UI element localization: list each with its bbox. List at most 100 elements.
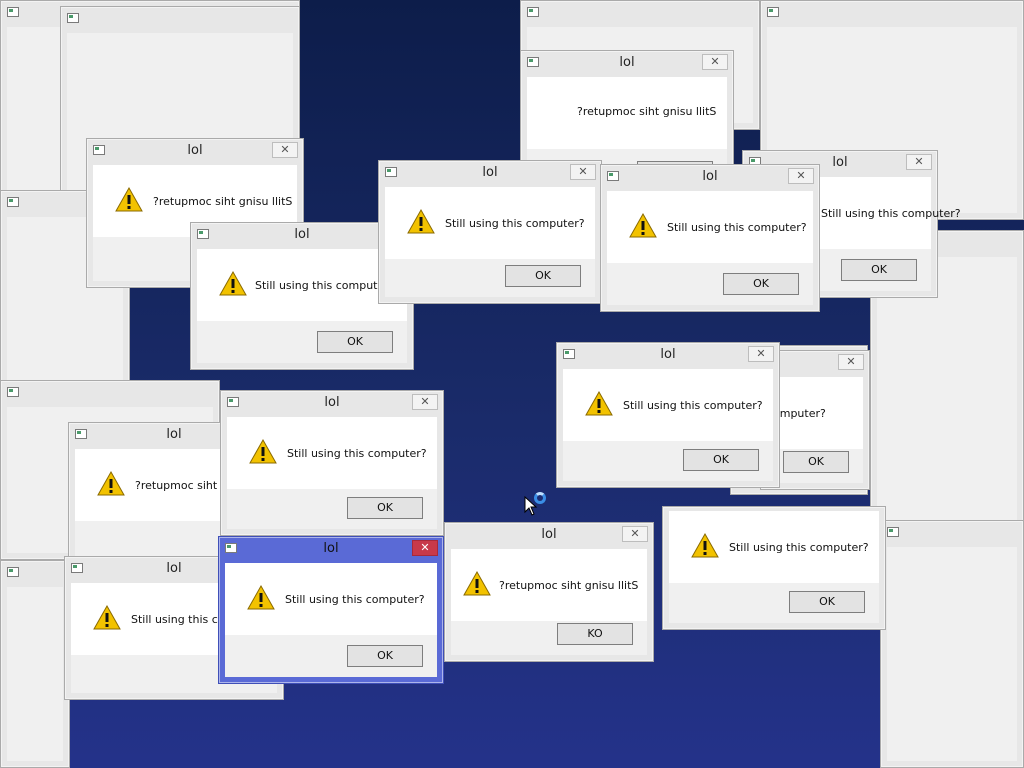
dialog-message: ?retupmoc siht gnisu llitS [577,105,717,118]
close-icon[interactable]: ✕ [702,54,728,70]
ok-button[interactable]: OK [347,497,423,519]
dialog-titlebar[interactable] [761,1,1023,25]
dialog-titlebar[interactable]: lol ✕ [557,343,779,367]
dialog-window[interactable]: lol ✕ Still using this computer? OK [600,164,820,312]
dialog-message: Still using this computer? [623,399,763,412]
dialog-client [7,587,63,761]
dialog-message: Still using this computer? [667,221,807,234]
message-area: ?retupmoc siht gnisu llitS [527,77,727,149]
ok-button[interactable]: OK [347,645,423,667]
dialog-window[interactable]: lol ✕ Still using this computer? OK [378,160,602,304]
warning-icon [629,213,657,238]
window-icon [7,7,19,17]
dialog-client: Still using this computer? OK [607,191,813,305]
dialog-client: Still using this computer? OK [385,187,595,297]
warning-icon [97,471,125,496]
warning-icon [93,605,121,630]
ok-button[interactable]: OK [683,449,759,471]
close-icon[interactable]: ✕ [906,154,932,170]
dialog-client: Still using this computer? OK [225,563,437,677]
dialog-title: lol [187,143,203,158]
warning-icon [585,391,613,416]
warning-icon [691,533,719,558]
window-icon [7,197,19,207]
dialog-window[interactable]: lol ✕ ?retupmoc siht gnisu llitS KO [444,522,654,662]
window-icon [887,527,899,537]
warning-icon [407,209,435,234]
dialog-titlebar[interactable] [881,521,1023,545]
window-icon [767,7,779,17]
window-icon [7,387,19,397]
warning-icon [115,187,143,212]
close-icon[interactable]: ✕ [570,164,596,180]
dialog-title: lol [660,347,676,362]
busy-spinner-icon [534,492,546,504]
close-icon[interactable]: ✕ [748,346,774,362]
dialog-titlebar[interactable]: lol ✕ [221,391,443,415]
ok-button[interactable]: OK [841,259,917,281]
dialog-titlebar[interactable] [521,1,759,25]
message-area: ?retupmoc siht gnisu llitS [451,549,647,621]
dialog-message: ?retupmoc siht gnisu llitS [499,579,639,592]
dialog-client: Still using this computer? OK [563,369,773,481]
dialog-window[interactable] [880,520,1024,768]
ok-button[interactable]: KO [557,623,633,645]
message-area: Still using this computer? [225,563,437,635]
close-icon[interactable]: ✕ [622,526,648,542]
ok-button[interactable]: OK [783,451,849,473]
close-icon[interactable]: ✕ [412,540,438,556]
message-area: Still using this computer? [563,369,773,441]
dialog-message: Still using this computer? [255,279,395,292]
dialog-titlebar[interactable]: lol ✕ [445,523,653,547]
window-icon [527,7,539,17]
dialog-message: Still using this computer? [821,207,961,220]
message-area: Still using this computer? [385,187,595,259]
message-area: Still using this computer? [669,511,879,583]
close-icon[interactable]: ✕ [788,168,814,184]
message-area: Still using this computer? [227,417,437,489]
dialog-message: ?retupmoc siht gnisu llitS [153,195,293,208]
active-dialog-window[interactable]: lol ✕ Still using this computer? OK [218,536,444,684]
message-area: omputer? [767,377,863,449]
close-icon[interactable]: ✕ [272,142,298,158]
dialog-titlebar[interactable] [1,381,219,405]
ok-button[interactable]: OK [789,591,865,613]
dialog-client [887,547,1017,761]
dialog-client: omputer? OK [767,377,863,483]
dialog-titlebar[interactable]: lol ✕ [521,51,733,75]
close-icon[interactable]: ✕ [838,354,864,370]
dialog-client: Still using this computer? OK [227,417,437,529]
ok-button[interactable]: OK [723,273,799,295]
dialog-titlebar[interactable]: lol ✕ [379,161,601,185]
dialog-title: lol [324,395,340,410]
message-area: Still using this computer? [197,249,407,321]
dialog-titlebar[interactable] [1,561,69,585]
dialog-title: lol [482,165,498,180]
warning-icon [463,571,491,596]
dialog-client: ?retupmoc siht gnisu llitS KO [451,549,647,655]
dialog-titlebar[interactable]: lol ✕ [219,537,443,561]
dialog-titlebar[interactable] [61,7,299,31]
dialog-window[interactable] [0,560,70,768]
dialog-message: Still using this computer? [287,447,427,460]
desktop: 2024 2024 [0,0,1024,768]
dialog-title: lol [702,169,718,184]
dialog-client: Still using this computer? OK [197,249,407,363]
ok-button[interactable]: OK [317,331,393,353]
window-icon [67,13,79,23]
dialog-client: Still using this computer? OK [669,511,879,623]
dialog-window[interactable]: lol ✕ Still using this computer? OK [220,390,444,536]
window-icon [7,567,19,577]
close-icon[interactable]: ✕ [412,394,438,410]
dialog-message: Still using this computer? [285,593,425,606]
dialog-message: Still using this computer? [445,217,585,230]
dialog-window[interactable]: lol ✕ Still using this computer? OK [556,342,780,488]
dialog-titlebar[interactable]: lol ✕ [87,139,303,163]
dialog-message: omputer? [773,407,826,420]
warning-icon [249,439,277,464]
message-area: Still using this computer? [607,191,813,263]
ok-button[interactable]: OK [505,265,581,287]
dialog-window[interactable]: Still using this computer? OK [662,506,886,630]
dialog-title: lol [323,541,339,556]
dialog-titlebar[interactable]: lol ✕ [601,165,819,189]
